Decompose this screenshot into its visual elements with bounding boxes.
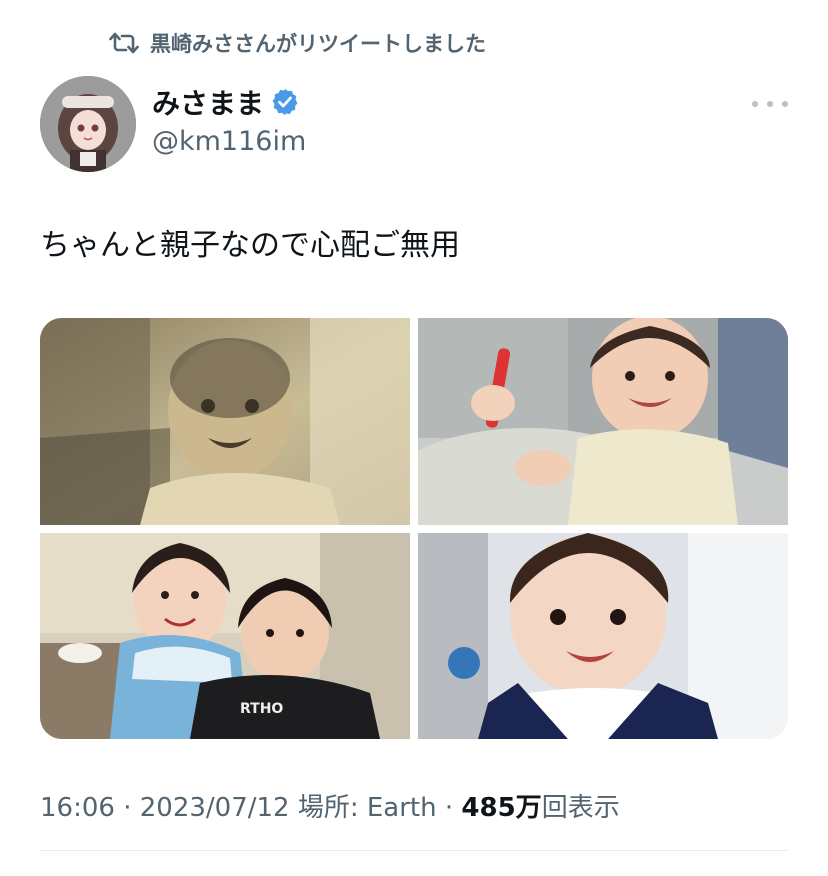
more-dot — [782, 101, 788, 107]
meta-separator: · — [114, 793, 140, 823]
retweet-text: 黒崎みささんがリツイートしました — [150, 32, 486, 56]
avatar[interactable] — [40, 76, 136, 172]
more-options-icon[interactable] — [752, 92, 788, 116]
media-grid: RTHO — [40, 318, 788, 739]
more-dot — [767, 101, 773, 107]
author-display-name[interactable]: みさまま — [152, 82, 264, 122]
tweet-location[interactable]: 場所: Earth — [290, 787, 437, 824]
tweet-meta: 16:06 · 2023/07/12 場所: Earth · 485万 回表示 — [40, 787, 620, 824]
more-dot — [752, 101, 758, 107]
tweet-date[interactable]: 2023/07/12 — [140, 793, 290, 823]
retweet-banner[interactable]: 黒崎みささんがリツイートしました — [108, 26, 486, 60]
verified-badge-icon — [270, 87, 300, 117]
views-label: 回表示 — [541, 793, 620, 823]
media-photo-4[interactable] — [418, 533, 788, 739]
views-count: 485万 — [461, 793, 542, 823]
tweet-text: ちゃんと親子なので心配ご無用 — [40, 228, 460, 263]
author-name-row[interactable]: みさまま — [152, 82, 300, 122]
media-photo-3[interactable]: RTHO — [40, 533, 410, 739]
svg-text:RTHO: RTHO — [240, 701, 283, 717]
divider — [40, 850, 788, 851]
tweet-time[interactable]: 16:06 — [40, 793, 115, 823]
media-photo-1[interactable] — [40, 318, 410, 525]
retweet-icon — [108, 29, 140, 57]
meta-separator: · — [436, 793, 462, 823]
author-handle[interactable]: @km116im — [152, 126, 306, 157]
media-photo-2[interactable] — [418, 318, 788, 525]
